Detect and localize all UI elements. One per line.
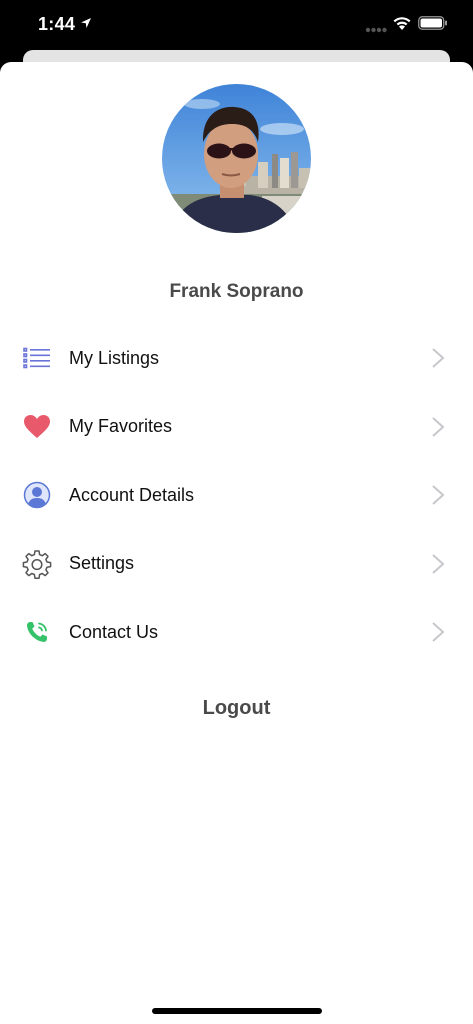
avatar <box>162 84 311 233</box>
home-indicator[interactable] <box>152 1008 322 1014</box>
status-time: 1:44 <box>38 14 76 34</box>
chevron-right-icon <box>432 622 445 642</box>
cellular-signal-icon <box>365 27 387 33</box>
location-arrow-icon <box>81 18 91 28</box>
profile-sheet: Frank Soprano My Listings My Favorites A… <box>0 62 473 1024</box>
menu-item-label: My Favorites <box>69 416 173 437</box>
menu-item-settings[interactable]: Settings <box>0 530 473 599</box>
heart-icon <box>22 412 52 442</box>
wifi-icon <box>393 17 411 30</box>
user-name: Frank Soprano <box>169 281 304 302</box>
avatar-photo <box>162 84 311 233</box>
menu-item-account-details[interactable]: Account Details <box>0 461 473 530</box>
menu-item-my-favorites[interactable]: My Favorites <box>0 393 473 462</box>
phone-icon <box>22 617 52 647</box>
gear-icon <box>22 549 52 579</box>
list-icon <box>22 343 52 373</box>
status-bar: 1:44 <box>0 0 473 50</box>
battery-icon <box>418 16 447 30</box>
profile-menu: My Listings My Favorites Account Details… <box>0 324 473 667</box>
menu-item-label: Contact Us <box>69 621 159 642</box>
chevron-right-icon <box>432 554 445 574</box>
chevron-right-icon <box>432 485 445 505</box>
chevron-right-icon <box>432 348 445 368</box>
menu-item-label: My Listings <box>69 347 160 368</box>
user-icon <box>22 480 52 510</box>
menu-item-label: Settings <box>69 553 135 574</box>
logout-button[interactable]: Logout <box>0 697 473 720</box>
chevron-right-icon <box>432 417 445 437</box>
menu-item-label: Account Details <box>69 484 195 505</box>
menu-item-contact-us[interactable]: Contact Us <box>0 598 473 667</box>
menu-item-my-listings[interactable]: My Listings <box>0 324 473 393</box>
